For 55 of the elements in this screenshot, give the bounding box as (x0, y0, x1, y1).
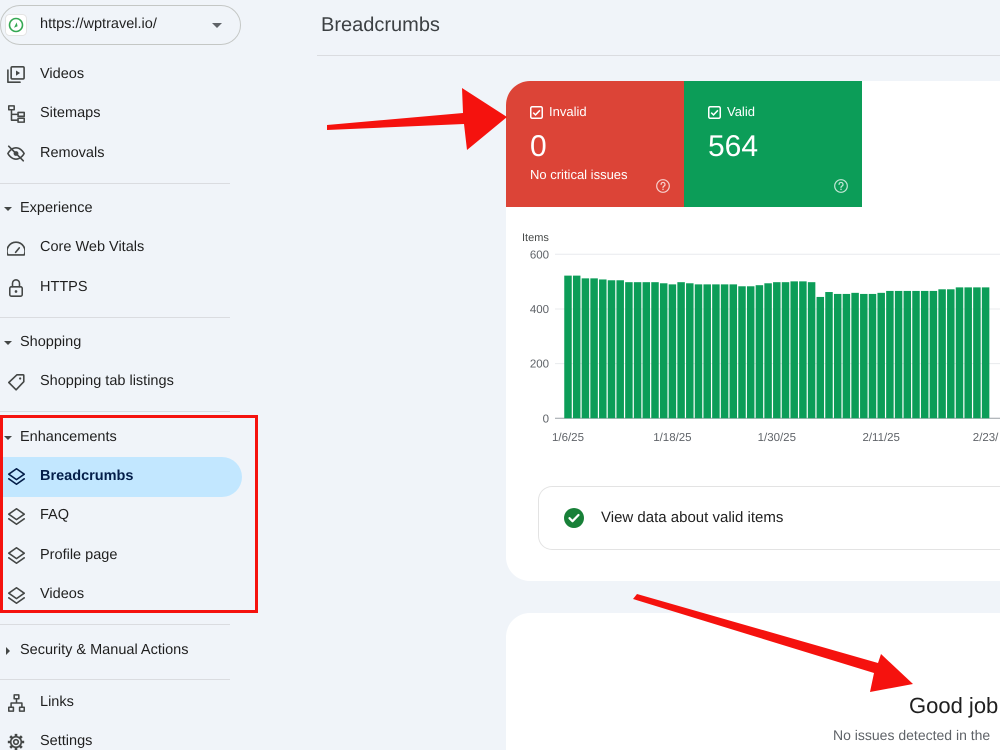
check-circle-icon (564, 508, 584, 528)
message-title: Good job (909, 692, 998, 720)
details-link[interactable]: View data about valid items (538, 486, 1000, 550)
tag-icon (8, 374, 24, 391)
nav-item[interactable]: FAQ (0, 496, 242, 536)
site-logo-icon (5, 14, 27, 36)
layers-icon (8, 468, 24, 486)
section-header[interactable]: Enhancements (0, 418, 242, 457)
settings-icon (7, 733, 25, 750)
help-icon[interactable] (656, 179, 670, 193)
nav-item[interactable]: Videos (0, 576, 242, 615)
eye-slash-icon (7, 145, 25, 162)
section-header[interactable]: Security & Manual Actions (0, 631, 242, 670)
section-header[interactable]: Experience (0, 190, 242, 228)
tile-count: 564 (708, 129, 758, 165)
axis-tick-label: 0 (542, 413, 549, 426)
axis-tick-label: 1/18/25 (653, 432, 692, 444)
help-icon[interactable] (834, 179, 848, 193)
axis-tick-label: 200 (530, 358, 549, 371)
layers-icon (8, 547, 24, 564)
property-selector[interactable]: https://wptravel.io/ (0, 5, 241, 45)
nav-item[interactable]: Profile page (0, 536, 242, 576)
checkbox[interactable] (530, 106, 543, 118)
network-icon (8, 694, 24, 712)
tile-label: Valid (727, 105, 755, 119)
page-title: Breadcrumbs (321, 13, 440, 38)
axis-tick-label: 600 (530, 249, 549, 262)
tile-note: No critical issues (530, 167, 628, 183)
layers-icon (8, 586, 24, 604)
axis-tick-label: 1/6/25 (552, 432, 584, 444)
nav-item[interactable]: Sitemaps (0, 94, 242, 134)
gauge-icon (7, 240, 25, 256)
message-text: No issues detected in the (833, 727, 990, 744)
nav-item[interactable]: Videos (0, 55, 242, 94)
layers-icon (8, 508, 24, 525)
nav-item[interactable]: Breadcrumbs (0, 457, 242, 496)
axis-tick-label: 2/23/ (972, 432, 998, 444)
nav-item[interactable]: HTTPS (0, 268, 242, 308)
nav-item[interactable]: Shopping tab listings (0, 362, 242, 402)
nav-item[interactable]: Settings (0, 722, 242, 750)
axis-tick-label: 1/30/25 (758, 432, 796, 444)
checkbox[interactable] (708, 106, 721, 118)
axis-tick-label: 2/11/25 (862, 432, 900, 444)
axis-tick-label: 400 (530, 304, 549, 316)
nav-item[interactable]: Removals (0, 134, 242, 174)
section-header[interactable]: Shopping (0, 324, 242, 362)
tile-label: Invalid (549, 105, 587, 119)
nav-item[interactable]: Core Web Vitals (0, 228, 242, 268)
video-library-icon (7, 66, 25, 84)
axis-title: Items (522, 232, 549, 244)
lock-icon (9, 278, 23, 297)
sitemap-icon (8, 105, 24, 124)
nav-item[interactable]: Links (0, 683, 242, 722)
tile-count: 0 (530, 129, 547, 165)
dropdown-caret-icon (212, 22, 222, 28)
